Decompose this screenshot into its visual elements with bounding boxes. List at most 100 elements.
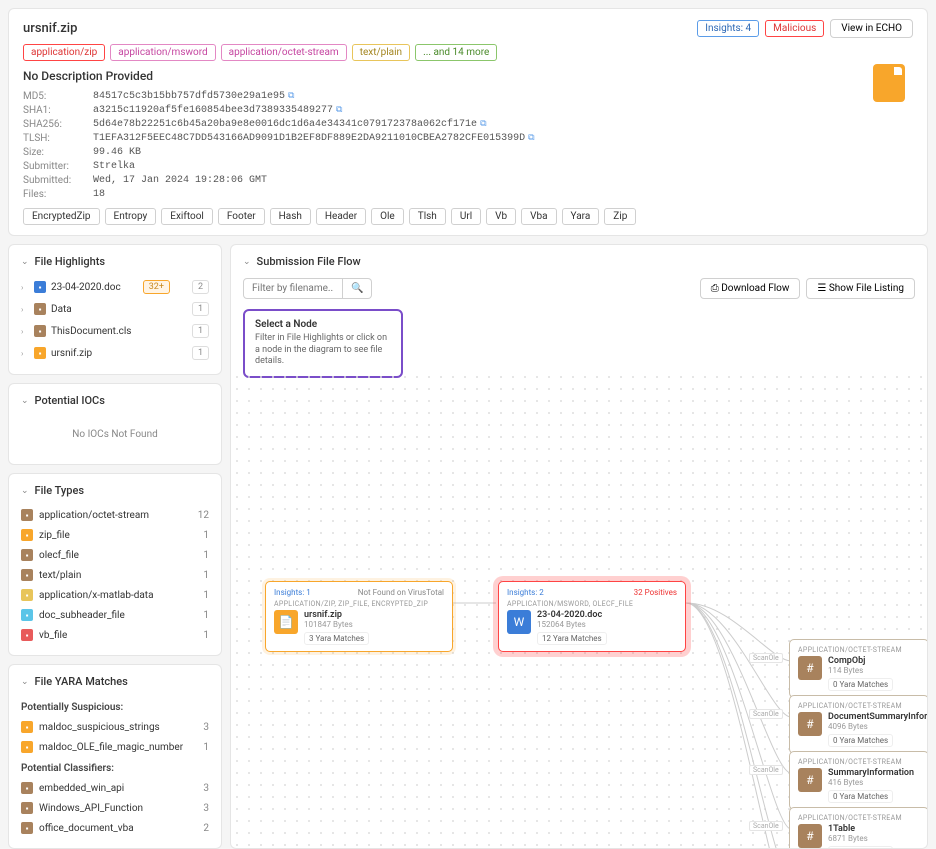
yara-icon: ▪ xyxy=(21,741,33,753)
filetype-item[interactable]: ▪olecf_file1 xyxy=(9,545,221,565)
filetype-item[interactable]: ▪text/plain1 xyxy=(9,565,221,585)
download-icon: ⎙ xyxy=(711,283,719,294)
filetype-item[interactable]: ▪doc_subheader_file1 xyxy=(9,605,221,625)
meta-label: Submitter: xyxy=(23,161,93,172)
mime-tag[interactable]: application/octet-stream xyxy=(221,44,347,61)
meta-label: TLSH: xyxy=(23,133,93,144)
yara-icon: ▪ xyxy=(21,782,33,794)
yara-item[interactable]: ▪maldoc_suspicious_strings3 xyxy=(9,717,221,737)
search-button[interactable]: 🔍 xyxy=(343,278,372,299)
chevron-right-icon: › xyxy=(21,305,29,314)
submitter-value: Strelka xyxy=(93,161,135,172)
file-icon: ▪ xyxy=(21,589,33,601)
filetype-item[interactable]: ▪zip_file1 xyxy=(9,525,221,545)
chip-tlsh[interactable]: Tlsh xyxy=(409,208,446,225)
file-icon: ▪ xyxy=(21,549,33,561)
chip-encryptedzip[interactable]: EncryptedZip xyxy=(23,208,100,225)
highlight-item[interactable]: ›▪ThisDocument.cls1 xyxy=(9,320,221,342)
md5-value: 84517c5c3b15bb757dfd5730e29a1e95 xyxy=(93,91,285,102)
meta-label: MD5: xyxy=(23,91,93,102)
potential-iocs-header[interactable]: ⌄Potential IOCs xyxy=(9,394,221,415)
chip-vba[interactable]: Vba xyxy=(521,208,556,225)
yara-icon: ▪ xyxy=(21,721,33,733)
chevron-down-icon: ⌄ xyxy=(243,257,251,267)
yara-item[interactable]: ▪maldoc_OLE_file_magic_number1 xyxy=(9,737,221,757)
flow-header[interactable]: ⌄Submission File Flow xyxy=(243,255,915,268)
mime-more-tag[interactable]: ... and 14 more xyxy=(415,44,497,61)
stream-icon: # xyxy=(798,712,822,736)
chip-zip[interactable]: Zip xyxy=(604,208,636,225)
copy-icon[interactable]: ⧉ xyxy=(336,105,342,116)
file-icon: ▪ xyxy=(21,569,33,581)
view-echo-button[interactable]: View in ECHO xyxy=(830,19,913,38)
chevron-right-icon: › xyxy=(21,283,29,292)
stream-icon: # xyxy=(798,824,822,848)
file-icon: ▪ xyxy=(21,609,33,621)
doc-icon: W xyxy=(507,610,531,634)
yara-icon: ▪ xyxy=(21,822,33,834)
list-icon: ☰ xyxy=(817,283,826,294)
chip-exiftool[interactable]: Exiftool xyxy=(161,208,213,225)
yara-suspicious-header: Potentially Suspicious: xyxy=(9,696,221,717)
filetype-item[interactable]: ▪vb_file1 xyxy=(9,625,221,645)
meta-label: Submitted: xyxy=(23,175,93,186)
filter-input[interactable] xyxy=(243,278,343,299)
file-types-header[interactable]: ⌄File Types xyxy=(9,484,221,505)
yara-item[interactable]: ▪office_document_vba2 xyxy=(9,818,221,838)
files-value: 18 xyxy=(93,189,105,200)
chevron-right-icon: › xyxy=(21,327,29,336)
highlight-item[interactable]: ›▪Data1 xyxy=(9,298,221,320)
chip-yara[interactable]: Yara xyxy=(562,208,600,225)
chevron-right-icon: › xyxy=(21,349,29,358)
chip-url[interactable]: Url xyxy=(451,208,481,225)
filetype-item[interactable]: ▪application/x-matlab-data1 xyxy=(9,585,221,605)
yara-item[interactable]: ▪Windows_API_Function3 xyxy=(9,798,221,818)
edge-label: ScanOle xyxy=(749,821,783,831)
highlight-item[interactable]: ›▪23-04-2020.doc32+2 xyxy=(9,276,221,298)
insights-badge[interactable]: Insights: 4 xyxy=(697,20,759,37)
file-icon: ▪ xyxy=(34,303,46,315)
malicious-badge: Malicious xyxy=(765,20,824,37)
chip-footer[interactable]: Footer xyxy=(218,208,265,225)
download-flow-button[interactable]: ⎙ Download Flow xyxy=(700,278,801,299)
flow-node-doc[interactable]: Insights: 232 Positives APPLICATION/MSWO… xyxy=(498,581,686,652)
chip-ole[interactable]: Ole xyxy=(371,208,404,225)
yara-item[interactable]: ▪embedded_win_api3 xyxy=(9,778,221,798)
meta-label: SHA1: xyxy=(23,105,93,116)
yara-icon: ▪ xyxy=(21,802,33,814)
edge-label: ScanOle xyxy=(749,653,783,663)
file-icon: ▪ xyxy=(21,629,33,641)
flow-subnode[interactable]: APPLICATION/OCTET-STREAM#SummaryInformat… xyxy=(789,751,928,810)
chip-vb[interactable]: Vb xyxy=(486,208,516,225)
chip-hash[interactable]: Hash xyxy=(270,208,311,225)
chip-entropy[interactable]: Entropy xyxy=(105,208,157,225)
copy-icon[interactable]: ⧉ xyxy=(288,91,294,102)
flow-subnode[interactable]: APPLICATION/OCTET-STREAM#CompObj114 Byte… xyxy=(789,639,928,698)
flow-node-ursnif[interactable]: Insights: 1Not Found on VirusTotal APPLI… xyxy=(265,581,453,652)
chip-header[interactable]: Header xyxy=(316,208,366,225)
yara-classifiers-header: Potential Classifiers: xyxy=(9,757,221,778)
chevron-down-icon: ⌄ xyxy=(21,486,29,496)
stream-icon: # xyxy=(798,768,822,792)
flow-subnode[interactable]: APPLICATION/OCTET-STREAM#1Table6871 Byte… xyxy=(789,807,928,849)
highlight-item[interactable]: ›▪ursnif.zip1 xyxy=(9,342,221,364)
mime-tag[interactable]: text/plain xyxy=(352,44,410,61)
mime-tag[interactable]: application/zip xyxy=(23,44,105,61)
mime-tag[interactable]: application/msword xyxy=(110,44,215,61)
submitted-value: Wed, 17 Jan 2024 19:28:06 GMT xyxy=(93,175,267,186)
meta-label: Files: xyxy=(23,189,93,200)
file-highlights-header[interactable]: ⌄File Highlights xyxy=(9,255,221,276)
chevron-down-icon: ⌄ xyxy=(21,257,29,267)
copy-icon[interactable]: ⧉ xyxy=(480,119,486,130)
meta-label: Size: xyxy=(23,147,93,158)
file-icon: ▪ xyxy=(34,325,46,337)
yara-matches-header[interactable]: ⌄File YARA Matches xyxy=(9,675,221,696)
sha1-value: a3215c11920af5fe160854bee3d7389335489277 xyxy=(93,105,333,116)
copy-icon[interactable]: ⧉ xyxy=(528,133,534,144)
chevron-down-icon: ⌄ xyxy=(21,396,29,406)
flow-subnode[interactable]: APPLICATION/OCTET-STREAM#DocumentSummary… xyxy=(789,695,928,754)
search-icon: 🔍 xyxy=(351,283,363,294)
filetype-item[interactable]: ▪application/octet-stream12 xyxy=(9,505,221,525)
show-listing-button[interactable]: ☰ Show File Listing xyxy=(806,278,915,299)
edge-label: ScanOle xyxy=(749,709,783,719)
